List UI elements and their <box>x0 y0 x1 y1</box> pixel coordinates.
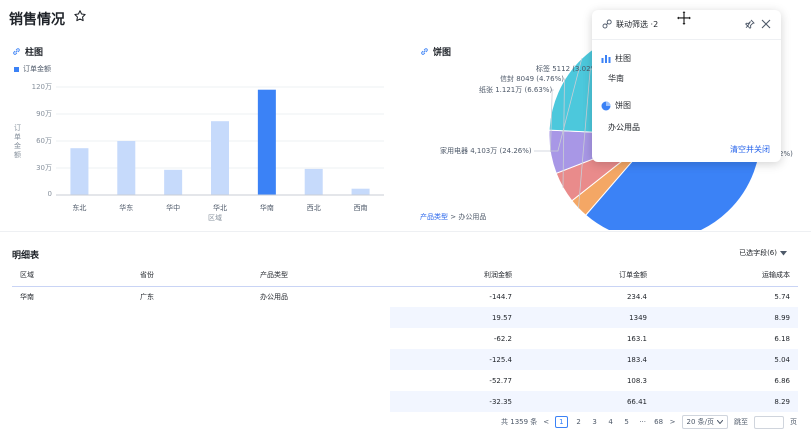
table-cell: 8.29 <box>655 391 798 412</box>
column-header[interactable]: 区域 <box>12 265 132 287</box>
section-divider <box>0 231 811 232</box>
table-cell: 183.4 <box>520 349 655 370</box>
clear-and-close-button[interactable]: 清空并关闭 <box>730 144 770 155</box>
selected-fields-button[interactable]: 已选字段(6) <box>739 248 787 258</box>
column-header[interactable]: 省份 <box>132 265 252 287</box>
column-header[interactable]: 运输成本 <box>655 265 798 287</box>
page-button[interactable]: 2 <box>574 418 584 426</box>
table-cell <box>12 391 132 412</box>
popup-section-pie: 饼图 <box>601 100 631 111</box>
table-cell <box>252 328 390 349</box>
table-cell <box>132 391 252 412</box>
popup-section-name: 饼图 <box>615 101 631 110</box>
breadcrumb-current: 办公用品 <box>458 213 487 221</box>
table-cell <box>132 349 252 370</box>
table-row: -32.35 66.41 8.29 <box>12 391 798 412</box>
popup-section-name: 柱图 <box>615 54 631 63</box>
table-row: 19.57 1349 8.99 <box>12 307 798 328</box>
table-cell: 5.04 <box>655 349 798 370</box>
table-cell <box>252 391 390 412</box>
breadcrumb-link[interactable]: 产品类型 <box>420 213 448 221</box>
pie-label-partial: 2%) <box>779 150 793 158</box>
table-cell: -125.4 <box>390 349 520 370</box>
table-cell: 8.99 <box>655 307 798 328</box>
table-cell <box>132 307 252 328</box>
table-cell <box>132 328 252 349</box>
table-cell <box>252 307 390 328</box>
move-cursor-icon <box>676 10 692 26</box>
breadcrumb-separator: > <box>450 213 457 221</box>
pagination: 共 1359 条 < 1 2 3 4 5 ··· 68 > 20 条/页 跳至 … <box>501 415 797 429</box>
popup-title: 联动筛选 ·2 <box>616 20 659 29</box>
table-cell <box>12 328 132 349</box>
popup-filter-value[interactable]: 办公用品 <box>608 122 640 133</box>
close-icon[interactable] <box>761 19 771 29</box>
table-cell: -144.7 <box>489 292 512 301</box>
page-button[interactable]: 4 <box>606 418 616 426</box>
breadcrumb: 产品类型 > 办公用品 <box>420 212 486 222</box>
chevron-down-icon <box>717 420 723 424</box>
prev-page-button[interactable]: < <box>543 418 549 426</box>
filter-link-icon <box>602 19 612 29</box>
table-cell: 1349 <box>520 307 655 328</box>
detail-table-title: 明细表 <box>12 251 40 261</box>
pie-label: 标签 5112 (3.02%) <box>536 65 600 73</box>
linked-filter-popup: 联动筛选 ·2 柱图 华南 饼图 办公用品 清空并关闭 <box>592 10 781 162</box>
table-cell: 6.86 <box>774 376 790 385</box>
table-row: -125.4 183.4 5.04 <box>12 349 798 370</box>
table-cell: 5.74 <box>774 292 790 301</box>
pie-label: 家用电器 4,103万 (24.26%) <box>440 147 532 155</box>
table-cell: 华南 <box>20 292 34 301</box>
table-row: -62.2 163.1 6.18 <box>12 328 798 349</box>
selected-fields-label: 已选字段(6) <box>739 249 777 257</box>
table-cell <box>12 349 132 370</box>
column-header[interactable]: 利润金额 <box>390 265 520 287</box>
page-button[interactable]: 1 <box>555 416 568 428</box>
table-cell: 108.3 <box>626 376 647 385</box>
table-cell <box>252 349 390 370</box>
column-header[interactable]: 产品类型 <box>252 265 390 287</box>
table-row: -52.77 108.3 6.86 <box>12 370 798 391</box>
table-cell: -32.35 <box>390 391 520 412</box>
bar-chart-icon <box>601 55 611 63</box>
page-size-value: 20 条/页 <box>686 418 715 426</box>
table-cell: 163.1 <box>626 334 647 343</box>
table-cell: -52.77 <box>489 376 512 385</box>
popup-filter-value[interactable]: 华南 <box>608 73 624 84</box>
pie-label: 信封 8049 (4.76%) <box>500 75 564 83</box>
table-cell: 234.4 <box>626 292 647 301</box>
pie-chart-icon <box>601 101 611 110</box>
page-button[interactable]: 3 <box>590 418 600 426</box>
table-header-row: 区域 省份 产品类型 利润金额 订单金额 运输成本 <box>12 265 798 287</box>
jump-label: 跳至 <box>734 418 748 426</box>
table-cell <box>132 370 252 391</box>
table-cell: 办公用品 <box>260 292 288 301</box>
column-header[interactable]: 订单金额 <box>520 265 655 287</box>
pin-icon[interactable] <box>745 19 755 29</box>
total-count: 共 1359 条 <box>501 418 538 426</box>
caret-down-icon <box>780 250 787 255</box>
table-cell <box>12 370 132 391</box>
next-page-button[interactable]: > <box>670 418 676 426</box>
pie-label: 纸张 1.121万 (6.63%) <box>479 86 553 94</box>
page-button[interactable]: 5 <box>622 418 632 426</box>
table-cell: 广东 <box>140 292 154 301</box>
table-row: 华南 广东 办公用品 -144.7 234.4 5.74 <box>12 286 798 307</box>
popup-section-bar: 柱图 <box>601 53 631 64</box>
table-cell <box>252 370 390 391</box>
table-cell: -62.2 <box>493 334 512 343</box>
table-cell <box>12 307 132 328</box>
table-cell: 6.18 <box>774 334 790 343</box>
page-ellipsis[interactable]: ··· <box>638 418 648 426</box>
jump-page-input[interactable] <box>754 415 784 429</box>
table-cell: 19.57 <box>390 307 520 328</box>
table-cell: 66.41 <box>520 391 655 412</box>
page-button[interactable]: 68 <box>654 418 664 426</box>
detail-table: 区域 省份 产品类型 利润金额 订单金额 运输成本 华南 广东 办公用品 -14… <box>12 265 798 412</box>
page-size-select[interactable]: 20 条/页 <box>681 415 728 429</box>
page-suffix: 页 <box>790 418 797 426</box>
